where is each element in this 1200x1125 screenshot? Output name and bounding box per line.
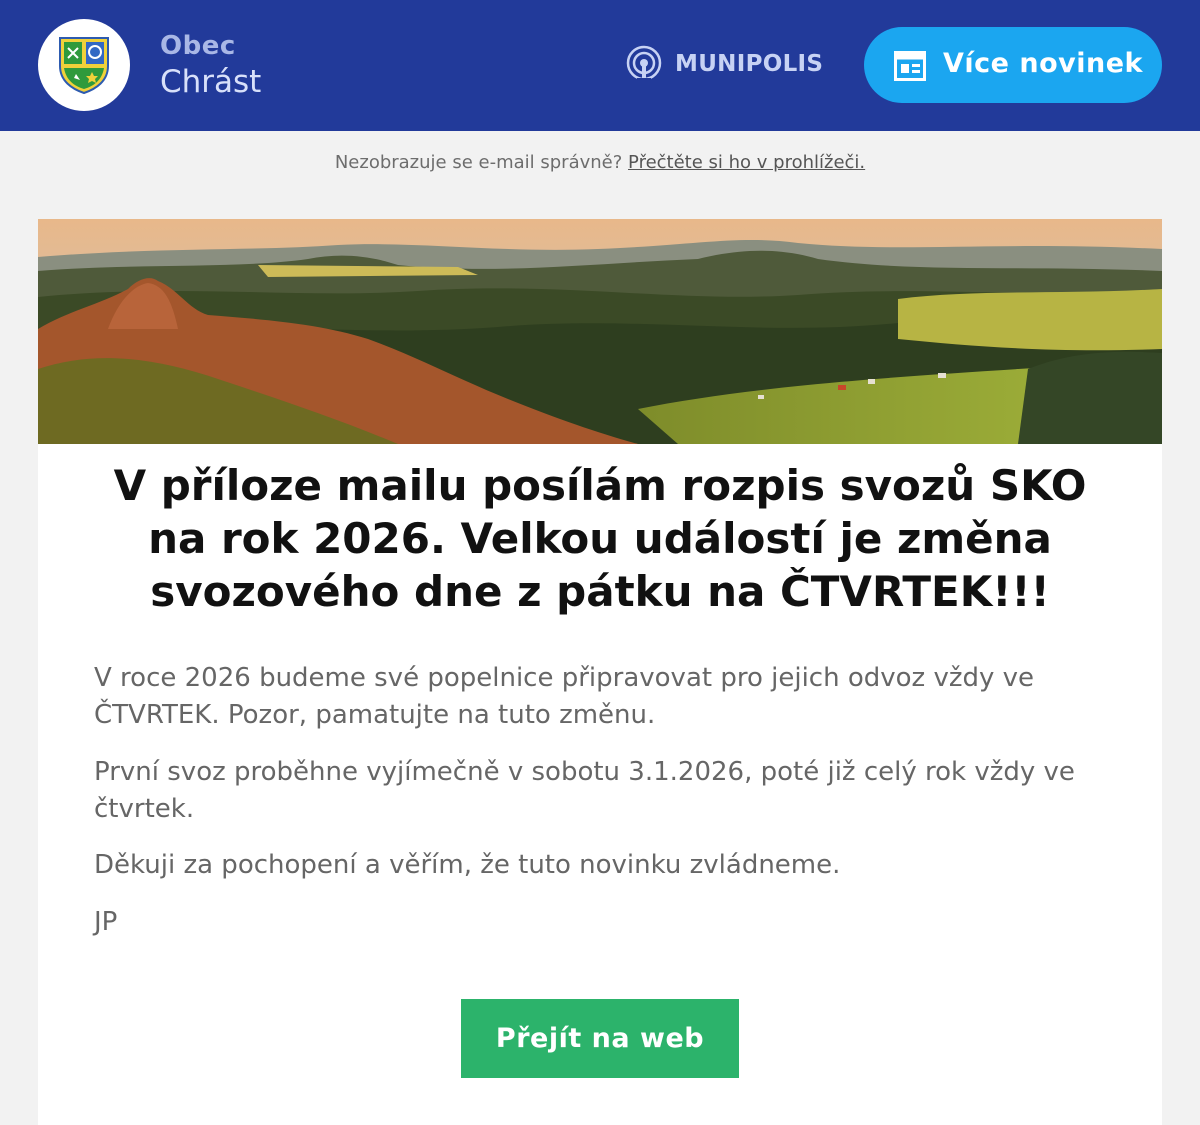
article-paragraph: První svoz proběhne vyjímečně v sobotu 3… xyxy=(94,757,1075,824)
more-news-label: Více novinek xyxy=(943,48,1143,79)
news-card: V příloze mailu posílám rozpis svozů SKO… xyxy=(38,219,1162,1125)
article-paragraph: Děkuji za pochopení a věřím, že tuto nov… xyxy=(94,850,841,880)
broadcast-icon xyxy=(626,45,662,82)
article-signature: JP xyxy=(94,907,118,937)
go-to-web-button[interactable]: Přejít na web xyxy=(461,999,739,1078)
munipolis-brand[interactable]: MUNIPOLIS xyxy=(625,44,823,84)
article-paragraph: V roce 2026 budeme své popelnice připrav… xyxy=(94,663,1035,730)
town-prefix: Obec xyxy=(160,31,236,61)
browser-view-notice: Nezobrazuje se e-mail správně? Přečtěte … xyxy=(0,152,1200,173)
coat-of-arms-icon xyxy=(59,37,109,94)
view-in-browser-link[interactable]: Přečtěte si ho v prohlížeči. xyxy=(628,152,865,173)
town-name: Chrást xyxy=(160,64,262,100)
brand-name: MUNIPOLIS xyxy=(675,51,824,77)
notice-text: Nezobrazuje se e-mail správně? xyxy=(334,152,623,173)
newspaper-icon xyxy=(894,51,926,81)
article-headline: V příloze mailu posílám rozpis svozů SKO… xyxy=(113,461,1087,616)
more-news-button[interactable]: Více novinek xyxy=(864,27,1162,103)
municipal-logo[interactable] xyxy=(38,19,130,111)
landscape-banner xyxy=(38,219,1162,444)
header-bar: Obec Chrást MUNIPOLIS Více novinek xyxy=(0,0,1200,131)
